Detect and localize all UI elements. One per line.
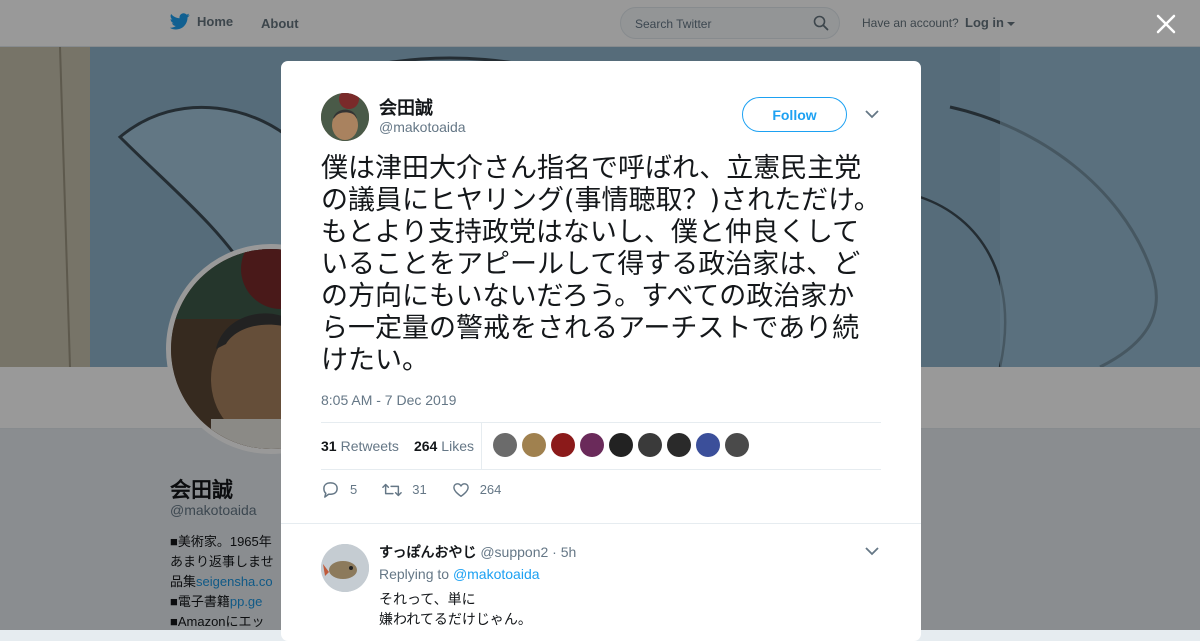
replying-mention[interactable]: @makotoaida — [453, 566, 540, 582]
author-avatar-image — [321, 93, 369, 141]
reply-avatar-image — [321, 544, 369, 592]
likes-label: Likes — [441, 438, 474, 454]
tweet-modal: 会田誠 @makotoaida Follow 僕は津田大介さん指名で呼ばれ、立憲… — [281, 61, 921, 641]
close-icon[interactable] — [1154, 12, 1178, 36]
author-name[interactable]: 会田誠 — [379, 94, 433, 120]
like-count: 264 — [479, 482, 502, 497]
likes-count: 264 — [413, 438, 438, 454]
heart-icon — [452, 482, 469, 497]
liker-avatar[interactable] — [493, 433, 517, 457]
liker-avatar[interactable] — [696, 433, 720, 457]
reply-count: 5 — [350, 482, 358, 497]
follow-button[interactable]: Follow — [742, 97, 847, 132]
retweet-count: 31 — [412, 482, 427, 497]
retweet-button[interactable]: 31 — [382, 482, 427, 498]
chevron-down-icon[interactable] — [865, 546, 879, 556]
tweet-stats: 31 Retweets 264 Likes — [321, 423, 489, 469]
divider — [321, 469, 881, 470]
tweet-text: 僕は津田大介さん指名で呼ばれ、立憲民主党の議員にヒヤリング(事情聴取？)されただ… — [321, 153, 881, 376]
reply-author-handle[interactable]: @suppon2 — [480, 544, 548, 560]
liker-avatar[interactable] — [725, 433, 749, 457]
liker-avatar[interactable] — [522, 433, 546, 457]
liker-avatar[interactable] — [580, 433, 604, 457]
liker-avatar[interactable] — [551, 433, 575, 457]
chevron-down-icon[interactable] — [865, 109, 879, 119]
like-button[interactable]: 264 — [452, 482, 502, 498]
liker-avatar[interactable] — [638, 433, 662, 457]
retweet-icon — [382, 483, 403, 496]
retweets-stat[interactable]: 31 Retweets — [321, 438, 399, 454]
liker-avatar[interactable] — [609, 433, 633, 457]
tweet-actions: 5 31 264 — [321, 481, 526, 498]
likes-stat[interactable]: 264 Likes — [414, 438, 474, 454]
reply-author-name[interactable]: すっぽんおやじ — [379, 544, 476, 560]
tweet-timestamp[interactable]: 8:05 AM - 7 Dec 2019 — [321, 392, 456, 408]
reply-author-avatar[interactable] — [321, 544, 369, 592]
retweets-count: 31 — [321, 438, 337, 454]
liker-avatars — [493, 433, 749, 457]
replying-label: Replying to — [379, 566, 450, 582]
liker-avatar[interactable] — [667, 433, 691, 457]
reply-header: すっぽんおやじ @suppon2 · 5h — [379, 542, 576, 562]
reply-tweet[interactable]: すっぽんおやじ @suppon2 · 5h Replying to @makot… — [281, 523, 921, 641]
reply-icon — [323, 482, 338, 498]
reply-time[interactable]: · 5h — [552, 544, 576, 560]
reply-text: それって、単に 嫌われてるだけじゃん。 — [379, 592, 532, 628]
divider — [481, 423, 482, 469]
author-handle[interactable]: @makotoaida — [379, 119, 466, 135]
reply-button[interactable]: 5 — [321, 481, 357, 498]
retweets-label: Retweets — [340, 438, 399, 454]
author-avatar[interactable] — [321, 93, 369, 141]
replying-to: Replying to @makotoaida — [379, 566, 540, 582]
